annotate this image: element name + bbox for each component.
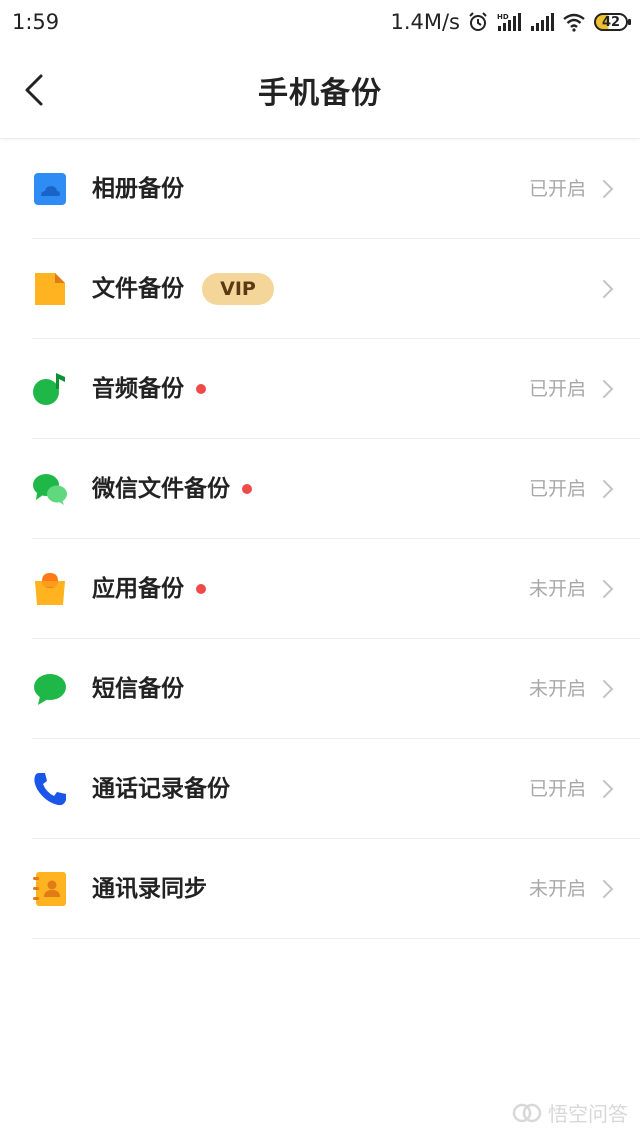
hd-signal-icon: HD [497,13,521,31]
network-speed: 1.4M/s [390,10,460,34]
new-dot [196,384,206,394]
list-item-audio-backup[interactable]: 音频备份 已开启 [0,339,640,439]
list-item-label: 音频备份 [92,371,206,407]
list-item-label: 短信备份 [92,676,184,702]
list-item-label: 微信文件备份 [92,471,252,507]
new-dot [242,484,252,494]
wifi-icon [563,13,585,32]
list-item-label: 通话记录备份 [92,776,230,802]
phone-icon [32,771,68,807]
chevron-right-icon [603,580,614,598]
status-text: 已开启 [528,478,586,500]
list-item-photo-backup[interactable]: 相册备份 已开启 [0,139,640,239]
list-item-wechat-backup[interactable]: 微信文件备份 已开启 [0,439,640,539]
backup-list: 相册备份 已开启 文件备份 VIP 音频备份 已开启 微信文件备份 已开启 应用… [0,139,640,939]
chevron-right-icon [603,880,614,898]
chevron-right-icon [603,280,614,298]
watermark: 悟空问答 [512,1098,628,1127]
list-item-label: 应用备份 [92,571,206,607]
chevron-right-icon [603,480,614,498]
list-item-sms-backup[interactable]: 短信备份 未开启 [0,639,640,739]
list-item-label: 通讯录同步 [92,876,207,902]
watermark-text: 悟空问答 [548,1102,628,1126]
chevron-right-icon [603,680,614,698]
battery-indicator: 42 [594,13,631,31]
status-text: 已开启 [528,378,586,400]
status-text: 未开启 [528,878,586,900]
new-dot [196,584,206,594]
status-bar: 1:59 1.4M/s HD 42 [0,0,640,44]
chevron-right-icon [603,380,614,398]
alarm-icon [469,12,487,31]
sms-bubble-icon [32,671,68,707]
status-text: 未开启 [528,578,586,600]
app-bag-icon [32,571,68,607]
music-note-icon [32,371,68,407]
status-text: 已开启 [528,778,586,800]
chevron-right-icon [603,180,614,198]
list-item-app-backup[interactable]: 应用备份 未开启 [0,539,640,639]
status-text: 已开启 [528,178,586,200]
list-item-file-backup[interactable]: 文件备份 VIP [0,239,640,339]
divider [32,938,640,939]
header: 手机备份 [0,44,640,139]
vip-badge: VIP [202,273,274,305]
list-item-call-log-backup[interactable]: 通话记录备份 已开启 [0,739,640,839]
status-time: 1:59 [12,10,60,34]
status-text: 未开启 [528,678,586,700]
list-item-label: 文件备份 VIP [92,271,274,307]
chevron-right-icon [603,780,614,798]
list-item-label: 相册备份 [92,176,184,202]
wukong-logo-icon [512,1103,542,1122]
file-icon [32,271,68,307]
list-item-contacts-sync[interactable]: 通讯录同步 未开启 [0,839,640,939]
cloud-photo-icon [32,171,68,207]
wechat-icon [32,471,68,507]
contacts-book-icon [32,871,68,907]
status-right: 1.4M/s HD 42 [390,10,631,34]
signal-icon [531,13,554,31]
svg-text:HD: HD [497,13,509,21]
page-title: 手机备份 [258,76,382,111]
